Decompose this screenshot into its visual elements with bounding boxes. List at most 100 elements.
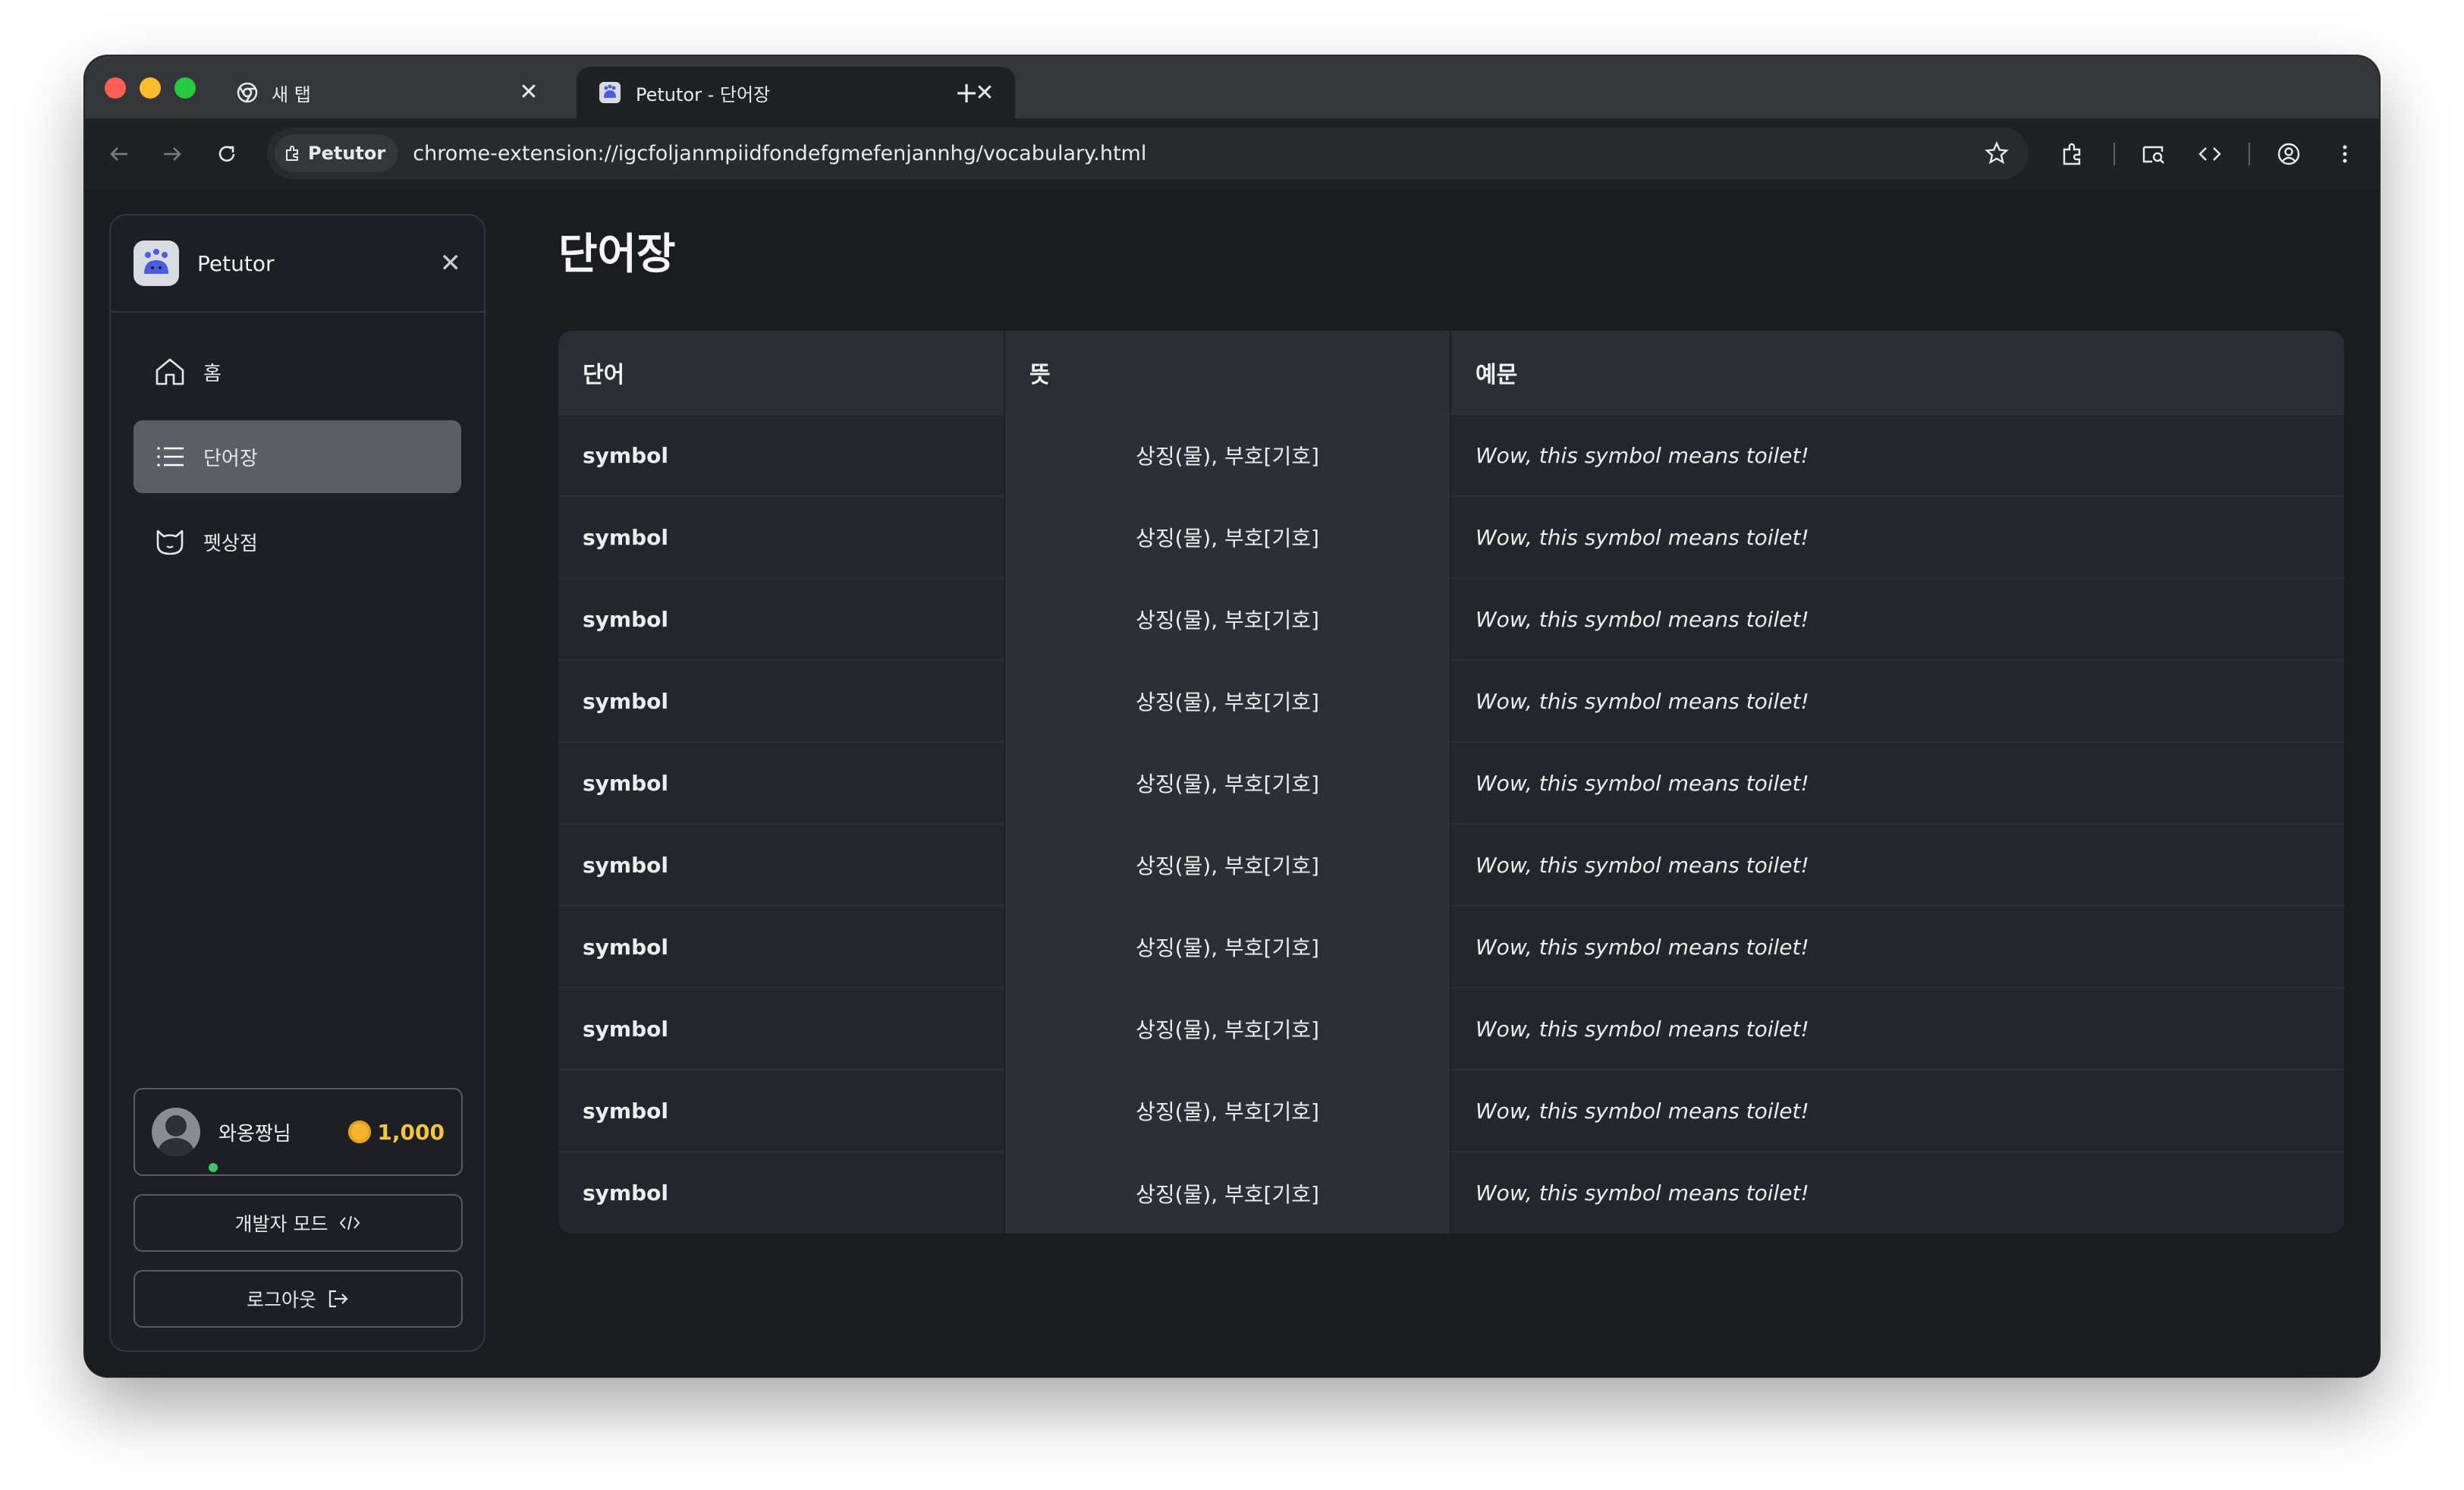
sidebar: Petutor ✕ 홈 단어장 펫상점 와옹짱님 1,000 개발자 모드 로그… (109, 214, 486, 1352)
vocabulary-table: 단어 뜻 예문 symbol 상징(물), 부호[기호] Wow, this s… (558, 331, 2344, 1234)
toolbar-divider (2249, 143, 2250, 165)
page-title: 단어장 (558, 230, 676, 279)
word-cell: symbol (558, 577, 1004, 660)
example-cell: Wow, this symbol means toilet! (1450, 577, 2344, 660)
close-sidebar-icon[interactable]: ✕ (440, 248, 462, 278)
forward-arrow-icon[interactable] (153, 135, 191, 173)
example-cell: Wow, this symbol means toilet! (1450, 987, 2344, 1070)
word-cell: symbol (558, 741, 1004, 824)
user-profile-card[interactable]: 와옹짱님 1,000 (134, 1088, 463, 1176)
meaning-cell: 상징(물), 부호[기호] (1004, 659, 1450, 742)
logout-label: 로그아웃 (246, 1289, 316, 1311)
list-icon (152, 439, 188, 475)
meaning-cell: 상징(물), 부호[기호] (1004, 1069, 1450, 1152)
sidebar-item-home[interactable]: 홈 (134, 335, 461, 408)
meaning-cell: 상징(물), 부호[기호] (1004, 987, 1450, 1070)
browser-window: 새 탭 ✕ Petutor - 단어장 ✕ + Petutor chrome-e… (85, 56, 2379, 1376)
sidebar-header: Petutor ✕ (111, 215, 484, 313)
word-cell: symbol (558, 905, 1004, 988)
table-row: symbol 상징(물), 부호[기호] Wow, this symbol me… (558, 577, 2344, 660)
page-content: Petutor ✕ 홈 단어장 펫상점 와옹짱님 1,000 개발자 모드 로그… (85, 190, 2379, 1376)
back-arrow-icon[interactable] (100, 135, 138, 173)
extension-chip[interactable]: Petutor (275, 134, 398, 172)
sidebar-nav: 홈 단어장 펫상점 (111, 313, 484, 613)
maximize-window-button[interactable] (174, 77, 196, 99)
table-row: symbol 상징(물), 부호[기호] Wow, this symbol me… (558, 987, 2344, 1070)
tab-label: Petutor - 단어장 (636, 83, 771, 105)
new-tab-button[interactable]: + (944, 70, 989, 115)
developer-mode-label: 개발자 모드 (234, 1213, 328, 1235)
example-cell: Wow, this symbol means toilet! (1450, 905, 2344, 988)
browser-toolbar: Petutor chrome-extension://igcfoljanmpii… (85, 118, 2379, 190)
table-row: symbol 상징(물), 부호[기호] Wow, this symbol me… (558, 413, 2344, 496)
extension-chip-label: Petutor (308, 143, 386, 164)
close-tab-icon[interactable]: ✕ (510, 73, 548, 112)
meaning-cell: 상징(물), 부호[기호] (1004, 577, 1450, 660)
table-row: symbol 상징(물), 부호[기호] Wow, this symbol me… (558, 741, 2344, 824)
toolbar-divider (2114, 143, 2115, 165)
table-row: symbol 상징(물), 부호[기호] Wow, this symbol me… (558, 905, 2344, 988)
sidebar-item-vocabulary[interactable]: 단어장 (134, 420, 461, 493)
example-cell: Wow, this symbol means toilet! (1450, 1151, 2344, 1234)
table-row: symbol 상징(물), 부호[기호] Wow, this symbol me… (558, 823, 2344, 906)
puzzle-icon (286, 146, 298, 161)
logout-icon (327, 1288, 350, 1309)
minimize-window-button[interactable] (140, 77, 161, 99)
word-cell: symbol (558, 823, 1004, 906)
tab-search-icon[interactable] (2135, 135, 2173, 173)
sidebar-title: Petutor (197, 250, 275, 276)
online-status-dot (206, 1161, 220, 1174)
example-cell: Wow, this symbol means toilet! (1450, 823, 2344, 906)
address-bar[interactable]: Petutor chrome-extension://igcfoljanmpii… (267, 127, 2029, 179)
cat-icon (152, 523, 188, 560)
word-cell: symbol (558, 413, 1004, 496)
word-cell: symbol (558, 1069, 1004, 1152)
more-menu-icon[interactable] (2326, 135, 2364, 173)
reload-icon[interactable] (208, 135, 246, 173)
header-meaning: 뜻 (1004, 331, 1450, 414)
logout-button[interactable]: 로그아웃 (134, 1270, 463, 1328)
meaning-cell: 상징(물), 부호[기호] (1004, 823, 1450, 906)
meaning-cell: 상징(물), 부호[기호] (1004, 905, 1450, 988)
table-row: symbol 상징(물), 부호[기호] Wow, this symbol me… (558, 1151, 2344, 1234)
example-cell: Wow, this symbol means toilet! (1450, 413, 2344, 496)
extensions-icon[interactable] (2054, 135, 2092, 173)
username: 와옹짱님 (218, 1122, 291, 1146)
meaning-cell: 상징(물), 부호[기호] (1004, 1151, 1450, 1234)
avatar (152, 1108, 220, 1174)
tab-label: 새 탭 (272, 83, 311, 105)
example-cell: Wow, this symbol means toilet! (1450, 741, 2344, 824)
coin-icon (348, 1121, 372, 1143)
sidebar-item-label: 홈 (203, 362, 222, 385)
table-row: symbol 상징(물), 부호[기호] Wow, this symbol me… (558, 1069, 2344, 1152)
word-cell: symbol (558, 659, 1004, 742)
profile-icon[interactable] (2270, 135, 2308, 173)
code-icon (338, 1214, 361, 1232)
meaning-cell: 상징(물), 부호[기호] (1004, 741, 1450, 824)
sidebar-item-pet-shop[interactable]: 펫상점 (134, 505, 461, 578)
header-example: 예문 (1450, 331, 2344, 414)
sidebar-item-label: 단어장 (203, 447, 258, 470)
chrome-icon (237, 80, 258, 105)
home-icon (152, 354, 188, 390)
sidebar-footer: 와옹짱님 1,000 개발자 모드 로그아웃 (134, 1088, 463, 1328)
developer-mode-button[interactable]: 개발자 모드 (134, 1194, 463, 1252)
bookmark-star-icon[interactable] (1974, 141, 2019, 165)
meaning-cell: 상징(물), 부호[기호] (1004, 413, 1450, 496)
meaning-cell: 상징(물), 부호[기호] (1004, 495, 1450, 578)
close-window-button[interactable] (105, 77, 126, 99)
table-header-row: 단어 뜻 예문 (558, 331, 2344, 414)
example-cell: Wow, this symbol means toilet! (1450, 1069, 2344, 1152)
example-cell: Wow, this symbol means toilet! (1450, 659, 2344, 742)
main-panel: 단어장 단어 뜻 예문 symbol 상징(물), 부호[기호] Wow, th… (558, 220, 2344, 1234)
word-cell: symbol (558, 1151, 1004, 1234)
points-balance: 1,000 (377, 1119, 445, 1145)
url-text: chrome-extension://igcfoljanmpiidfondefg… (413, 141, 1147, 165)
petutor-logo-icon (598, 80, 622, 105)
devtools-code-icon[interactable] (2191, 135, 2229, 173)
tab-strip: 새 탭 ✕ Petutor - 단어장 ✕ + (85, 56, 2379, 118)
header-word: 단어 (558, 331, 1004, 414)
table-row: symbol 상징(물), 부호[기호] Wow, this symbol me… (558, 659, 2344, 742)
word-cell: symbol (558, 987, 1004, 1070)
sidebar-item-label: 펫상점 (203, 532, 258, 555)
